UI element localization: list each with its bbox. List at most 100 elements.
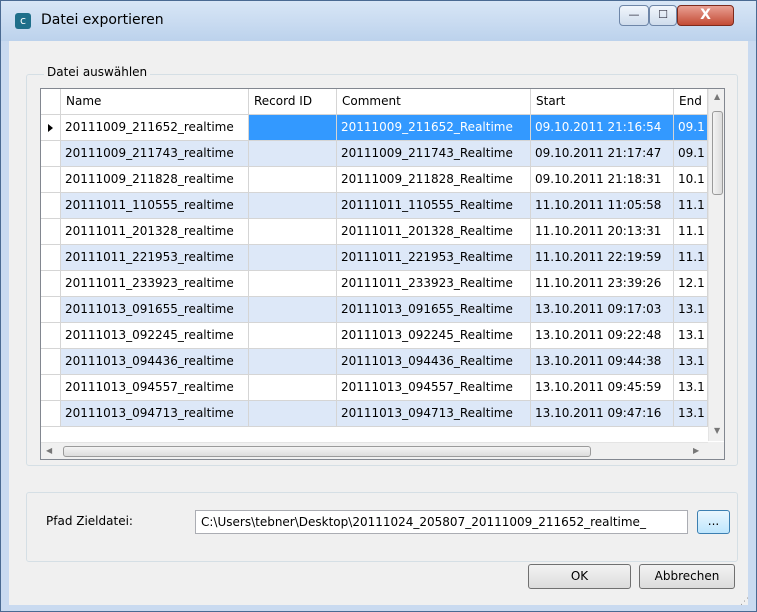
cell-start[interactable]: 11.10.2011 23:39:26 bbox=[531, 271, 674, 297]
cell-end[interactable]: 13.1 bbox=[674, 323, 708, 349]
close-button[interactable]: X bbox=[677, 5, 734, 26]
cell-record-id[interactable] bbox=[249, 375, 337, 401]
row-header[interactable] bbox=[41, 271, 61, 297]
cell-record-id[interactable] bbox=[249, 115, 337, 141]
cell-name[interactable]: 20111011_233923_realtime bbox=[61, 271, 249, 297]
cell-record-id[interactable] bbox=[249, 297, 337, 323]
cell-name[interactable]: 20111011_221953_realtime bbox=[61, 245, 249, 271]
cell-name[interactable]: 20111013_094436_realtime bbox=[61, 349, 249, 375]
window-title: Datei exportieren bbox=[41, 12, 164, 28]
cell-start[interactable]: 13.10.2011 09:22:48 bbox=[531, 323, 674, 349]
cell-record-id[interactable] bbox=[249, 401, 337, 427]
cell-record-id[interactable] bbox=[249, 349, 337, 375]
row-header[interactable] bbox=[41, 375, 61, 401]
cell-start[interactable]: 13.10.2011 09:17:03 bbox=[531, 297, 674, 323]
title-bar[interactable]: c Datei exportieren — ☐ X bbox=[1, 1, 756, 41]
cell-record-id[interactable] bbox=[249, 141, 337, 167]
row-header[interactable] bbox=[41, 297, 61, 323]
cell-record-id[interactable] bbox=[249, 167, 337, 193]
cell-comment[interactable]: 20111011_233923_Realtime bbox=[337, 271, 531, 297]
cell-comment[interactable]: 20111009_211652_Realtime bbox=[337, 115, 531, 141]
cell-name[interactable]: 20111013_092245_realtime bbox=[61, 323, 249, 349]
cell-name[interactable]: 20111009_211828_realtime bbox=[61, 167, 249, 193]
ok-button[interactable]: OK bbox=[528, 564, 631, 589]
cell-record-id[interactable] bbox=[249, 323, 337, 349]
cell-record-id[interactable] bbox=[249, 219, 337, 245]
row-header[interactable] bbox=[41, 245, 61, 271]
cell-comment[interactable]: 20111013_092245_Realtime bbox=[337, 323, 531, 349]
cell-end[interactable]: 11.1 bbox=[674, 245, 708, 271]
cell-name[interactable]: 20111013_094713_realtime bbox=[61, 401, 249, 427]
cell-end[interactable]: 13.1 bbox=[674, 349, 708, 375]
scroll-left-icon[interactable]: ◀ bbox=[46, 446, 52, 455]
cell-comment[interactable]: 20111013_094557_Realtime bbox=[337, 375, 531, 401]
cell-end[interactable]: 10.1 bbox=[674, 167, 708, 193]
cell-end[interactable]: 11.1 bbox=[674, 219, 708, 245]
minimize-button[interactable]: — bbox=[619, 5, 649, 26]
column-header-record-id[interactable]: Record ID bbox=[249, 89, 337, 115]
cell-start[interactable]: 11.10.2011 11:05:58 bbox=[531, 193, 674, 219]
row-header[interactable] bbox=[41, 167, 61, 193]
cell-name[interactable]: 20111009_211652_realtime bbox=[61, 115, 249, 141]
cancel-button[interactable]: Abbrechen bbox=[639, 564, 735, 589]
cell-record-id[interactable] bbox=[249, 245, 337, 271]
cell-name[interactable]: 20111013_091655_realtime bbox=[61, 297, 249, 323]
cell-start[interactable]: 09.10.2011 21:17:47 bbox=[531, 141, 674, 167]
cell-record-id[interactable] bbox=[249, 271, 337, 297]
column-header-comment[interactable]: Comment bbox=[337, 89, 531, 115]
cell-end[interactable]: 13.1 bbox=[674, 401, 708, 427]
column-header-start[interactable]: Start bbox=[531, 89, 674, 115]
cell-end[interactable]: 13.1 bbox=[674, 375, 708, 401]
row-header[interactable] bbox=[41, 141, 61, 167]
column-header-name[interactable]: Name bbox=[61, 89, 249, 115]
cell-end[interactable]: 09.1 bbox=[674, 141, 708, 167]
scroll-down-icon[interactable]: ▼ bbox=[714, 426, 720, 435]
resize-grip-icon[interactable]: ⋰ bbox=[740, 597, 752, 609]
cell-start[interactable]: 13.10.2011 09:45:59 bbox=[531, 375, 674, 401]
cell-comment[interactable]: 20111013_094436_Realtime bbox=[337, 349, 531, 375]
cell-comment[interactable]: 20111011_201328_Realtime bbox=[337, 219, 531, 245]
cell-start[interactable]: 13.10.2011 09:44:38 bbox=[531, 349, 674, 375]
file-table[interactable]: Name Record ID Comment Start End 20111009_211… bbox=[40, 88, 725, 460]
scrollbar-corner bbox=[708, 442, 724, 459]
cell-start[interactable]: 13.10.2011 09:47:16 bbox=[531, 401, 674, 427]
current-row-arrow-icon bbox=[48, 124, 53, 132]
header-corner bbox=[41, 89, 61, 115]
row-header[interactable] bbox=[41, 401, 61, 427]
row-header[interactable] bbox=[41, 219, 61, 245]
row-header[interactable] bbox=[41, 115, 61, 141]
row-header[interactable] bbox=[41, 193, 61, 219]
cell-name[interactable]: 20111009_211743_realtime bbox=[61, 141, 249, 167]
horizontal-scroll-thumb[interactable] bbox=[63, 446, 591, 457]
cell-end[interactable]: 12.1 bbox=[674, 271, 708, 297]
column-header-end[interactable]: End bbox=[674, 89, 708, 115]
cell-comment[interactable]: 20111011_110555_Realtime bbox=[337, 193, 531, 219]
file-select-group-label: Datei auswählen bbox=[44, 65, 151, 79]
cell-end[interactable]: 11.1 bbox=[674, 193, 708, 219]
cell-name[interactable]: 20111013_094557_realtime bbox=[61, 375, 249, 401]
target-path-input[interactable]: C:\Users\tebner\Desktop\20111024_205807_… bbox=[195, 510, 688, 534]
scroll-up-icon[interactable]: ▲ bbox=[714, 92, 720, 101]
scroll-right-icon[interactable]: ▶ bbox=[693, 446, 699, 455]
cell-start[interactable]: 09.10.2011 21:18:31 bbox=[531, 167, 674, 193]
cell-start[interactable]: 09.10.2011 21:16:54 bbox=[531, 115, 674, 141]
cell-name[interactable]: 20111011_201328_realtime bbox=[61, 219, 249, 245]
cell-start[interactable]: 11.10.2011 22:19:59 bbox=[531, 245, 674, 271]
cell-comment[interactable]: 20111011_221953_Realtime bbox=[337, 245, 531, 271]
cell-comment[interactable]: 20111009_211743_Realtime bbox=[337, 141, 531, 167]
browse-button[interactable]: ... bbox=[697, 510, 730, 534]
vertical-scroll-thumb[interactable] bbox=[712, 111, 723, 195]
maximize-button[interactable]: ☐ bbox=[649, 5, 677, 26]
cell-name[interactable]: 20111011_110555_realtime bbox=[61, 193, 249, 219]
cell-comment[interactable]: 20111013_094713_Realtime bbox=[337, 401, 531, 427]
cell-comment[interactable]: 20111013_091655_Realtime bbox=[337, 297, 531, 323]
horizontal-scrollbar[interactable]: ◀ ▶ bbox=[41, 442, 708, 459]
row-header[interactable] bbox=[41, 349, 61, 375]
cell-end[interactable]: 09.1 bbox=[674, 115, 708, 141]
cell-start[interactable]: 11.10.2011 20:13:31 bbox=[531, 219, 674, 245]
cell-record-id[interactable] bbox=[249, 193, 337, 219]
row-header[interactable] bbox=[41, 323, 61, 349]
cell-end[interactable]: 13.1 bbox=[674, 297, 708, 323]
cell-comment[interactable]: 20111009_211828_Realtime bbox=[337, 167, 531, 193]
vertical-scrollbar[interactable]: ▲ ▼ bbox=[708, 89, 724, 441]
